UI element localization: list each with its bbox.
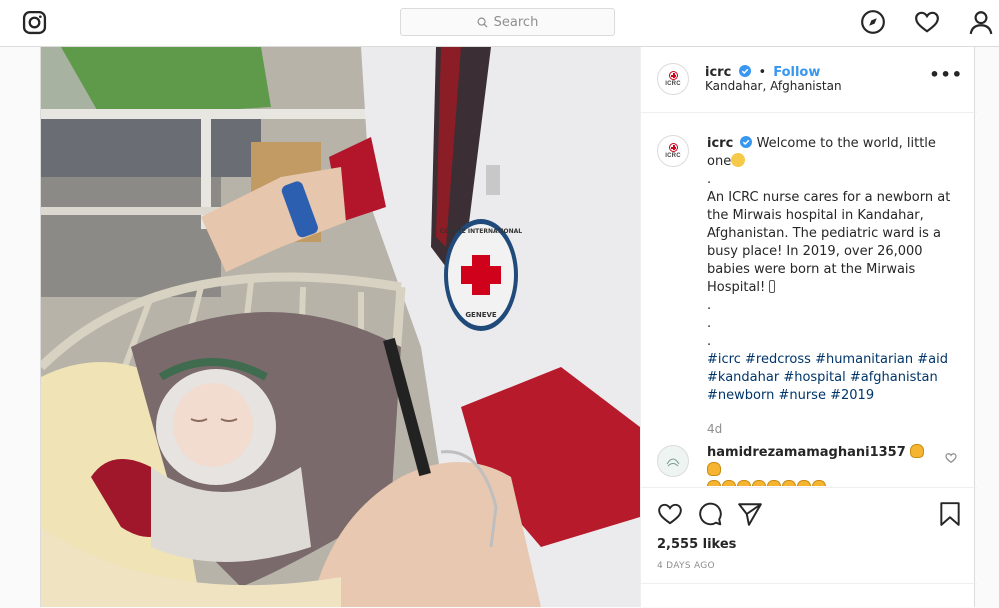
caption-age[interactable]: 4d <box>707 422 722 436</box>
follow-button[interactable]: Follow <box>773 65 820 80</box>
hashtag-link[interactable]: #afghanistan <box>850 370 938 385</box>
clap-emoji-row-icon <box>707 480 827 486</box>
red-cross-icon <box>668 71 678 80</box>
red-cross-icon <box>668 143 678 152</box>
post-actions-bar: 2,555 likes 4 DAYS AGO <box>641 487 977 607</box>
hashtag-link[interactable]: #hospital <box>783 370 845 385</box>
avatar-text: ICRC <box>665 81 681 87</box>
search-icon <box>477 17 488 28</box>
hashtag-link[interactable]: #humanitarian <box>815 352 913 367</box>
post-location[interactable]: Kandahar, Afghanistan <box>705 79 842 93</box>
search-placeholder: Search <box>493 14 539 30</box>
commenter-avatar-icon <box>666 458 680 467</box>
top-navigation-bar: Search <box>0 0 999 47</box>
hashtag-link[interactable]: #nurse <box>778 388 826 403</box>
user-icon[interactable] <box>968 9 994 35</box>
send-icon[interactable] <box>737 501 763 527</box>
comment-icon[interactable] <box>697 501 723 527</box>
caption-avatar[interactable]: ICRC <box>657 135 689 167</box>
baby-bottle-emoji-icon <box>769 280 776 293</box>
hashtag-link[interactable]: #redcross <box>745 352 811 367</box>
photo-illustration: COMITE INTERNATIONAL GENEVE <box>41 47 640 607</box>
author-avatar[interactable]: ICRC <box>657 63 689 95</box>
hashtag-link[interactable]: #2019 <box>830 388 874 403</box>
author-username[interactable]: icrc <box>705 65 731 80</box>
commenter-avatar[interactable] <box>657 445 689 477</box>
bookmark-icon[interactable] <box>937 501 963 527</box>
more-options-button[interactable]: ••• <box>929 65 963 84</box>
separator-dot: • <box>758 65 767 80</box>
heart-icon[interactable] <box>914 9 940 35</box>
hashtag-link[interactable]: #icrc <box>707 352 741 367</box>
author-line: icrc • Follow <box>705 61 820 80</box>
caption-dot: . <box>707 316 712 331</box>
hashtag-link[interactable]: #aid <box>917 352 948 367</box>
hashtag-link[interactable]: #newborn <box>707 388 774 403</box>
post-sidebar: ICRC icrc • Follow Kandahar, Afghanistan… <box>640 47 977 607</box>
post-timestamp[interactable]: 4 DAYS AGO <box>657 561 715 571</box>
caption-dot: . <box>707 334 712 349</box>
caption-dot: . <box>707 298 712 313</box>
likes-count[interactable]: 2,555 likes <box>657 537 736 552</box>
baby-emoji-icon <box>731 153 746 167</box>
badge-text-top: COMITE INTERNATIONAL <box>440 228 522 235</box>
caption-dot: . <box>707 172 712 187</box>
search-input[interactable]: Search <box>400 8 615 36</box>
verified-badge-icon <box>739 65 752 77</box>
compass-icon[interactable] <box>860 9 886 35</box>
post-caption: icrc Welcome to the world, little one . … <box>707 135 957 405</box>
hashtag-list: #icrc #redcross #humanitarian #aid #kand… <box>707 351 957 405</box>
comment-item: hamidrezamamaghani1357 <box>707 444 937 486</box>
like-heart-icon[interactable] <box>657 501 683 527</box>
badge-text-bottom: GENEVE <box>465 311 497 319</box>
caption-username[interactable]: icrc <box>707 136 733 151</box>
avatar-text: ICRC <box>665 153 681 159</box>
add-comment-area[interactable] <box>641 583 977 608</box>
post-header: ICRC icrc • Follow Kandahar, Afghanistan… <box>641 47 977 113</box>
instagram-icon[interactable] <box>22 10 47 35</box>
hashtag-link[interactable]: #kandahar <box>707 370 779 385</box>
caption-body: An ICRC nurse cares for a newborn at the… <box>707 190 951 295</box>
post-card: COMITE INTERNATIONAL GENEVE ICRC icrc • … <box>40 47 977 607</box>
commenter-username[interactable]: hamidrezamamaghani1357 <box>707 445 906 460</box>
comment-like-heart-icon[interactable] <box>945 452 957 464</box>
verified-badge-icon <box>740 136 753 148</box>
comments-section: ICRC icrc Welcome to the world, little o… <box>641 113 977 486</box>
post-photo[interactable]: COMITE INTERNATIONAL GENEVE <box>41 47 640 607</box>
